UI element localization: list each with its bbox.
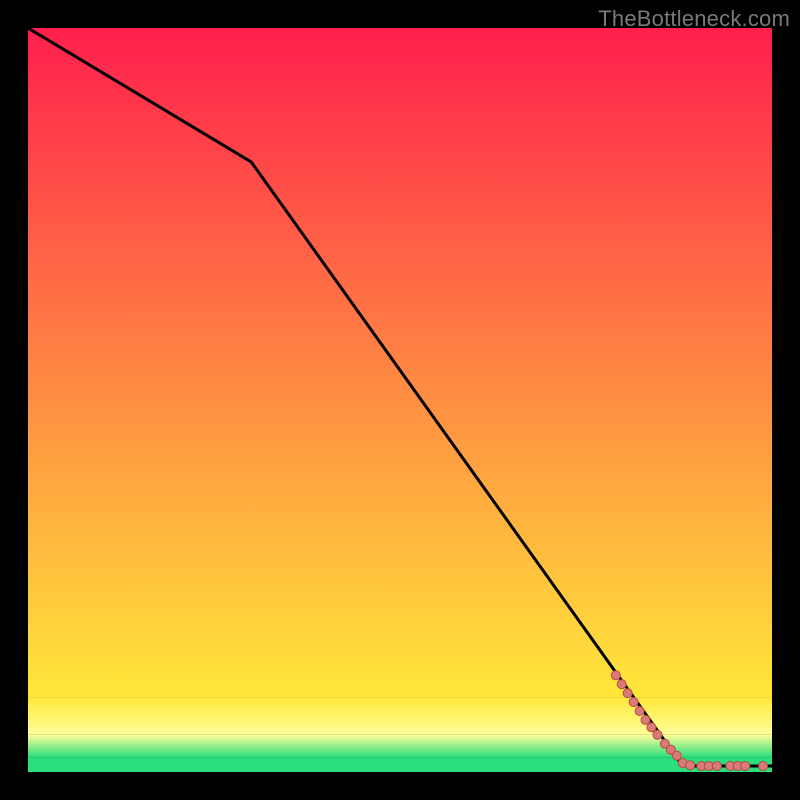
scatter-point [635,706,644,715]
gradient-band [28,28,772,698]
scatter-point [704,762,713,771]
scatter-point [611,671,620,680]
gradient-band [28,698,772,735]
scatter-point [759,762,768,771]
scatter-point [629,698,638,707]
scatter-point [617,680,626,689]
gradient-bands [28,28,772,772]
scatter-point [672,751,681,760]
stage: TheBottleneck.com [0,0,800,800]
scatter-point [686,761,695,770]
gradient-band [28,757,772,772]
scatter-point [641,715,650,724]
plot-area [28,28,772,772]
scatter-point [712,762,721,771]
scatter-point [653,730,662,739]
scatter-point [623,689,632,698]
scatter-point [647,723,656,732]
scatter-point [741,762,750,771]
plot-svg [28,28,772,772]
